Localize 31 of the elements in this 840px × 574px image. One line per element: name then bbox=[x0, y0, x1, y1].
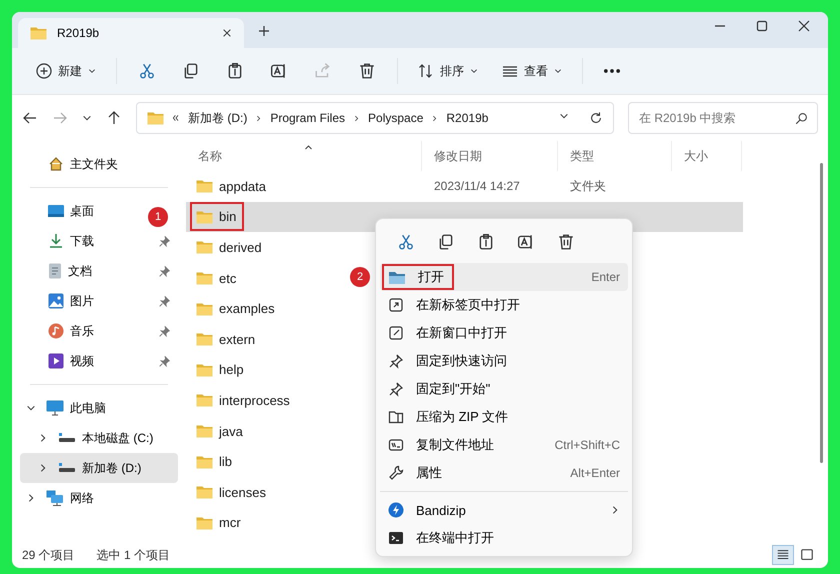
menu-label: 属性 bbox=[416, 464, 443, 482]
menu-label: 压缩为 ZIP 文件 bbox=[416, 408, 510, 426]
menu-label: 打开 bbox=[418, 268, 444, 286]
file-name: derived bbox=[219, 238, 263, 257]
file-type: 文件夹 bbox=[569, 178, 607, 195]
step-number: 1 bbox=[148, 206, 168, 227]
menu-label: 固定到快速访问 bbox=[416, 352, 508, 370]
file-name: appdata bbox=[219, 178, 267, 196]
menu-label: 固定到"开始" bbox=[416, 380, 492, 398]
shortcut: Enter bbox=[591, 270, 620, 284]
file-name: java bbox=[219, 422, 244, 441]
file-name: licenses bbox=[219, 484, 267, 502]
file-name: mcr bbox=[219, 514, 242, 532]
menu-label: Bandizip bbox=[416, 502, 467, 518]
file-name: bin bbox=[219, 209, 236, 224]
menu-label: 在新标签页中打开 bbox=[416, 296, 521, 314]
file-name: interprocess bbox=[219, 392, 291, 410]
shortcut: Alt+Enter bbox=[570, 466, 620, 480]
menu-label: 复制文件地址 bbox=[416, 436, 495, 454]
file-name: examples bbox=[219, 300, 276, 318]
step-number: 2 bbox=[350, 267, 370, 287]
menu-label: 在新窗口中打开 bbox=[416, 324, 508, 342]
file-name: help bbox=[219, 361, 245, 380]
file-name: etc bbox=[219, 270, 238, 288]
menu-label: 在终端中打开 bbox=[416, 529, 495, 547]
file-name: extern bbox=[219, 330, 256, 349]
modified-date: 2023/11/4 14:27 bbox=[433, 179, 521, 194]
item-count: 29 个项目 bbox=[22, 546, 75, 564]
selection-count: 选中 1 个项目 bbox=[96, 546, 170, 564]
shortcut: Ctrl+Shift+C bbox=[554, 438, 620, 452]
file-name: lib bbox=[219, 453, 234, 472]
